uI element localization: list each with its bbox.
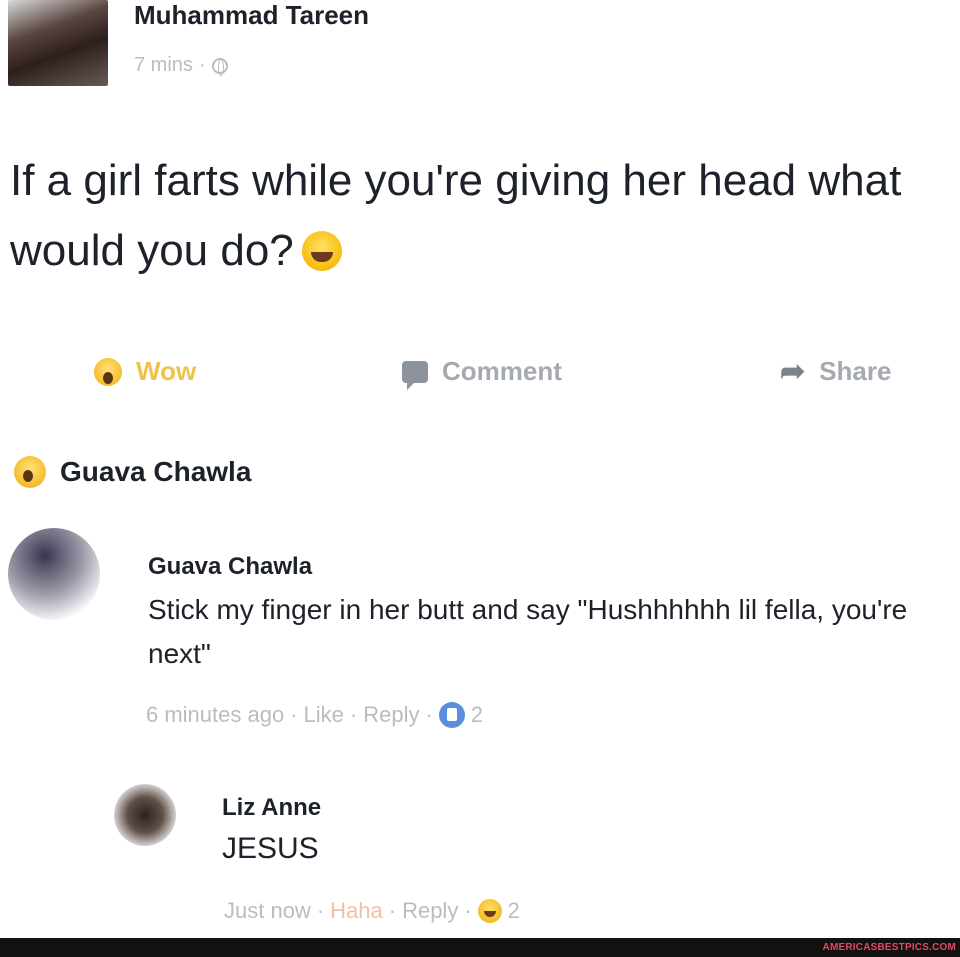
share-arrow-icon: ➦ [780,354,806,388]
author-avatar[interactable] [8,0,108,86]
share-button[interactable]: ➦ Share [780,356,891,387]
watermark-bar [0,938,960,957]
meta-separator: · [198,54,206,76]
comment-button[interactable]: Comment [402,356,562,390]
reactor-name: Guava Chawla [60,456,252,487]
wow-icon [14,456,46,488]
post-meta: 7 mins · [134,54,228,77]
post-time[interactable]: 7 mins [134,54,193,77]
commenter-avatar[interactable] [8,528,100,620]
reactions-summary[interactable]: Guava Chawla [14,456,251,488]
haha-icon [477,899,502,923]
reply-text: JESUS [222,832,319,865]
reply-author-name[interactable]: Liz Anne [222,794,321,822]
like-icon [438,702,465,728]
reaction-count[interactable]: 2 [508,898,520,924]
comment-text: Stick my finger in her butt and say "Hus… [148,594,908,669]
watermark-text: AMERICASBESTPICS.COM [822,942,956,953]
wow-reaction-button[interactable]: Wow [94,356,196,387]
comment-time[interactable]: 6 minutes ago [146,702,284,728]
reaction-count[interactable]: 2 [471,702,483,728]
reply-link[interactable]: Reply [363,702,419,728]
post-text: If a girl farts while you're giving her … [10,146,950,286]
reply-link[interactable]: Reply [402,898,458,924]
author-name[interactable]: Muhammad Tareen [134,0,369,31]
wow-icon [94,357,122,386]
like-link[interactable]: Like [304,702,344,728]
post-body: If a girl farts while you're giving her … [10,156,902,275]
globe-icon [211,57,228,76]
wow-label: Wow [136,356,197,386]
comment-label: Comment [442,356,562,386]
reply-avatar[interactable] [114,784,176,846]
haha-link[interactable]: Haha [330,898,383,924]
reply-time[interactable]: Just now [224,898,311,924]
comment-icon [402,360,428,390]
laughing-emoji-icon [301,231,342,271]
comment-meta: 6 minutes ago · Like · Reply · 2 [146,702,484,728]
share-label: Share [819,356,892,386]
commenter-name[interactable]: Guava Chawla [148,553,312,581]
reply-meta: Just now · Haha · Reply · 2 [224,898,520,924]
